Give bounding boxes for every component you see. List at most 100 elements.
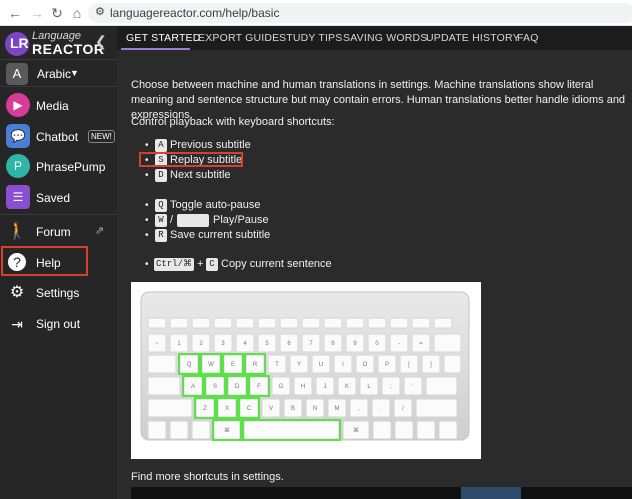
bullet: • (145, 230, 149, 241)
keyboard-key (191, 317, 211, 329)
new-badge: NEW! (88, 130, 115, 143)
tab-saving-words[interactable]: SAVING WORDS (343, 32, 427, 44)
find-more-text: Find more shortcuts in settings. (131, 471, 284, 483)
keyboard-key-label: ⌘ (353, 427, 359, 434)
keyboard-key (147, 317, 167, 329)
keyboard-key (147, 376, 181, 396)
keyboard-key (345, 317, 365, 329)
keyboard-key-label: H (301, 384, 305, 390)
sidebar-item-label: PhrasePump (36, 160, 106, 174)
keyboard-key (372, 420, 392, 440)
keyboard-key (415, 398, 458, 418)
browser-toolbar: ← → ↻ ⌂ ⚙ languagereactor.com/help/basic (0, 0, 632, 26)
keyboard-key (301, 317, 321, 329)
keyboard-key (147, 398, 193, 418)
tab-faq[interactable]: FAQ (517, 32, 539, 44)
address-bar[interactable]: ⚙ languagereactor.com/help/basic (88, 3, 632, 23)
sidebar-item-label: Saved (36, 191, 71, 205)
list-icon: ☰ (6, 185, 30, 209)
bullet: • (145, 200, 149, 211)
keyboard-key-label: R (253, 362, 258, 368)
shortcut-label: Previous subtitle (170, 139, 251, 151)
keyboard-key (438, 420, 458, 440)
keyboard-key (367, 317, 387, 329)
gear-icon: ⚙ (9, 284, 25, 301)
forward-icon[interactable]: → (28, 4, 46, 22)
shortcuts-heading: Control playback with keyboard shortcuts… (131, 116, 335, 128)
language-label: Arabic (37, 67, 72, 81)
tab-get-started[interactable]: GET STARTED (126, 32, 201, 44)
keyboard-key (425, 376, 458, 396)
keyboard-key-label: N (313, 406, 317, 412)
sidebar-item-label: Forum (36, 225, 71, 239)
keyboard-key (235, 317, 255, 329)
chevron-down-icon: ▼ (70, 68, 79, 78)
keyboard-key-label: V (269, 406, 273, 412)
keyboard-key-label: Z (203, 406, 207, 412)
key-d: D (155, 169, 167, 182)
key-ctrl-cmd: Ctrl/⌘ (154, 258, 194, 271)
language-selector[interactable]: A Arabic ▼ (0, 59, 117, 87)
plus-sign: + (197, 258, 204, 270)
keyboard-key (433, 333, 462, 353)
shortcut-label: Toggle auto-pause (170, 199, 261, 211)
url-text[interactable]: languagereactor.com/help/basic (110, 6, 279, 20)
keyboard-graphic: ~1 2 3 4 5 6 7 8 9 0- =Q W E R T Y U I O P[]A S D F G H J K L; 'Z X C V… (140, 291, 470, 441)
reload-icon[interactable]: ↻ (48, 4, 66, 22)
bullet: • (145, 140, 149, 151)
sidebar-item-label: Sign out (36, 317, 81, 331)
shortcut-label: Next subtitle (170, 169, 231, 181)
keyboard-key-label: T (275, 362, 279, 368)
keyboard-key-label: M (335, 406, 340, 412)
keyboard-key (257, 317, 277, 329)
keyboard-key-label: J (324, 384, 327, 390)
keyboard-key (147, 354, 177, 374)
tab-export-guide[interactable]: EXPORT GUIDE (198, 32, 279, 44)
bullet: • (145, 170, 149, 181)
home-icon[interactable]: ⌂ (68, 4, 86, 22)
keyboard-key-label: F (257, 384, 261, 390)
key-w: W (155, 214, 167, 227)
keyboard-key (279, 317, 299, 329)
keyboard-key (433, 317, 453, 329)
keyboard-key-label: - (398, 341, 400, 347)
key-space (177, 214, 209, 227)
site-settings-icon[interactable]: ⚙ (95, 5, 105, 18)
tab-update-history[interactable]: UPDATE HISTORY (426, 32, 520, 44)
sidebar-item-sign-out[interactable]: ⇥ Sign out (0, 308, 117, 338)
back-icon[interactable]: ← (6, 4, 24, 22)
sidebar-item-saved[interactable]: ☰ Saved (0, 182, 117, 212)
sidebar-item-chatbot[interactable]: 💬 Chatbot NEW! (0, 121, 117, 151)
slash: / (170, 214, 174, 226)
key-r: R (155, 229, 167, 242)
help-highlight-box (1, 246, 88, 276)
keyboard-key (389, 317, 409, 329)
logo-icon: LR (5, 32, 29, 56)
tab-study-tips[interactable]: STUDY TIPS (279, 32, 342, 44)
sidebar-item-settings[interactable]: ⚙ Settings (0, 277, 117, 307)
chat-icon: 💬 (6, 124, 30, 148)
external-link-icon: ⇗ (95, 225, 105, 237)
keyboard-key-label: S (213, 384, 217, 390)
keyboard-key-label: Q (187, 362, 192, 368)
keyboard-key-label: P (385, 362, 389, 368)
keyboard-illustration: ~1 2 3 4 5 6 7 8 9 0- = Q W E R T Y U I O P[] A S D F G H J K L; ' Z X C V… (131, 282, 481, 459)
key-q: Q (155, 199, 167, 212)
sidebar-item-label: Media (36, 99, 69, 113)
sidebar-item-forum[interactable]: 🚶 Forum ⇗ (0, 216, 117, 246)
key-c: C (206, 258, 218, 271)
play-icon: ▶ (6, 93, 30, 117)
keyboard-key (243, 420, 340, 440)
keyboard-key (411, 317, 431, 329)
keyboard-key (191, 420, 211, 440)
sidebar-item-label: Chatbot (36, 130, 79, 144)
keyboard-key (147, 420, 167, 440)
divider (0, 214, 117, 215)
sidebar-item-phrasepump[interactable]: P PhrasePump (0, 151, 117, 181)
shortcut-label: Save current subtitle (170, 229, 271, 241)
video-preview-strip (131, 487, 632, 499)
keyboard-key-label: D (235, 384, 240, 390)
collapse-sidebar-icon[interactable]: ❮ (95, 33, 107, 50)
keyboard-key-label: X (225, 406, 229, 412)
sidebar-item-media[interactable]: ▶ Media (0, 90, 117, 120)
